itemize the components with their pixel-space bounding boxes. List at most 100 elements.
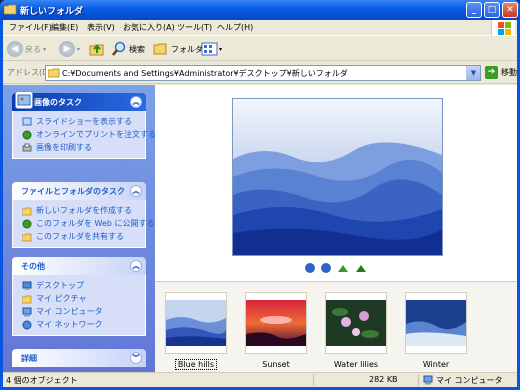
task-pane: 画像のタスク ︽ スライドショーを表示する オンラインでプリントを注文する 画像… <box>3 85 156 372</box>
other-places-title: その他 <box>21 262 45 271</box>
filmstrip: Blue hills Sunset Water lilies Winter <box>155 281 517 372</box>
close-button[interactable]: ✕ <box>502 2 518 18</box>
toolbar: ◀ 戻る ▾ ▶ ▾ 検索 フォルダ ▾ <box>3 37 517 61</box>
views-icon <box>201 42 218 56</box>
slideshow-link[interactable]: スライドショーを表示する <box>13 115 145 128</box>
slideshow-icon <box>22 117 32 125</box>
new-folder-link[interactable]: 新しいフォルダを作成する <box>13 204 145 217</box>
search-button[interactable]: 検索 <box>111 40 145 58</box>
file-tasks-body: 新しいフォルダを作成する このフォルダを Web に公開する このフォルダを共有… <box>12 200 155 248</box>
collapse-chevron-icon[interactable]: ︽ <box>130 185 142 197</box>
window-title: 新しいフォルダ <box>20 7 84 17</box>
water-lilies-thumbnail-image <box>326 300 386 346</box>
menu-view[interactable]: 表示(V) <box>87 22 115 33</box>
file-tasks-header[interactable]: ファイルとフォルダのタスク ︽ <box>12 182 146 200</box>
printer-icon <box>22 143 32 151</box>
menu-file[interactable]: ファイル(F) <box>9 22 52 33</box>
status-separator <box>313 374 314 386</box>
picture-tasks-title: 画像のタスク <box>34 98 82 107</box>
my-pictures-icon <box>22 295 32 303</box>
maximize-button[interactable]: □ <box>484 2 500 18</box>
my-network-icon <box>22 320 32 329</box>
thumbnail-label: Sunset <box>262 360 290 369</box>
folders-label: フォルダ <box>171 44 203 54</box>
details-panel: 詳細 ︾ <box>12 349 146 367</box>
thumbnail-winter[interactable] <box>405 292 467 354</box>
thumbnail-sunset[interactable] <box>245 292 307 354</box>
go-label: 移動 <box>501 68 517 77</box>
print-pictures-link[interactable]: 画像を印刷する <box>13 141 145 154</box>
address-value: C:¥Documents and Settings¥Administrator¥… <box>62 69 348 78</box>
forward-button[interactable]: ▶ ▾ <box>59 40 80 58</box>
minimize-button[interactable]: _ <box>466 2 482 18</box>
thumbnail-label: Winter <box>422 360 450 369</box>
share-folder-label: このフォルダを共有する <box>36 232 124 241</box>
folder-icon <box>4 4 17 15</box>
new-folder-icon <box>22 207 32 215</box>
order-prints-label: オンラインでプリントを注文する <box>36 130 156 139</box>
picture-tasks-header[interactable]: 画像のタスク ︽ <box>12 91 146 111</box>
picture-tasks-panel: 画像のタスク ︽ スライドショーを表示する オンラインでプリントを注文する 画像… <box>12 91 156 159</box>
collapse-chevron-icon[interactable]: ︽ <box>130 260 142 272</box>
blue-hills-preview-image <box>233 99 442 255</box>
rotate-counterclockwise-icon[interactable] <box>355 263 367 273</box>
menu-bar: ファイル(F) 編集(E) 表示(V) お気に入り(A) ツール(T) ヘルプ(… <box>3 20 517 36</box>
details-title: 詳細 <box>21 354 37 363</box>
menu-favorites[interactable]: お気に入り(A) <box>123 22 175 33</box>
blue-hills-thumbnail-image <box>166 300 226 346</box>
publish-web-link[interactable]: このフォルダを Web に公開する <box>13 217 155 230</box>
my-computer-link[interactable]: マイ コンピュータ <box>13 305 145 318</box>
menu-edit[interactable]: 編集(E) <box>51 22 78 33</box>
other-places-header[interactable]: その他 ︽ <box>12 257 146 275</box>
my-network-link[interactable]: マイ ネットワーク <box>13 318 145 331</box>
back-arrow-icon: ◀ <box>7 41 23 57</box>
desktop-icon <box>22 281 32 290</box>
folders-icon <box>153 43 167 55</box>
thumbnail-water-lilies[interactable] <box>325 292 387 354</box>
windows-logo-icon <box>491 20 515 36</box>
share-folder-icon <box>22 233 32 241</box>
address-bar: アドレス(D) C:¥Documents and Settings¥Admini… <box>3 62 517 84</box>
object-count: 4 個のオブジェクト <box>6 376 78 385</box>
thumbnail-blue-hills[interactable] <box>165 292 227 354</box>
file-tasks-title: ファイルとフォルダのタスク <box>21 187 125 196</box>
rotate-clockwise-icon[interactable] <box>337 263 349 273</box>
back-label: 戻る <box>25 44 41 54</box>
preview-controls <box>305 263 367 273</box>
go-arrow-icon: ➔ <box>485 66 498 79</box>
menu-tools[interactable]: ツール(T) <box>177 22 212 33</box>
previous-image-button[interactable] <box>305 263 315 273</box>
desktop-label: デスクトップ <box>36 281 84 290</box>
back-button[interactable]: ◀ 戻る ▾ <box>7 40 46 58</box>
next-image-button[interactable] <box>321 263 331 273</box>
search-label: 検索 <box>129 44 145 54</box>
folder-icon <box>48 68 60 78</box>
my-network-label: マイ ネットワーク <box>36 320 103 329</box>
address-dropdown-button[interactable]: ▼ <box>466 66 480 80</box>
go-button[interactable]: ➔ 移動 <box>485 66 517 79</box>
my-pictures-label: マイ ピクチャ <box>36 294 87 303</box>
filmstrip-view: Blue hills Sunset Water lilies Winter <box>155 85 517 372</box>
views-button[interactable]: ▾ <box>201 40 222 58</box>
picture-tasks-body: スライドショーを表示する オンラインでプリントを注文する 画像を印刷する <box>12 111 156 159</box>
up-folder-button[interactable] <box>89 40 105 58</box>
new-folder-label: 新しいフォルダを作成する <box>36 206 132 215</box>
order-prints-link[interactable]: オンラインでプリントを注文する <box>13 128 156 141</box>
folders-button[interactable]: フォルダ <box>153 40 203 58</box>
file-tasks-panel: ファイルとフォルダのタスク ︽ 新しいフォルダを作成する このフォルダを Web… <box>12 182 155 248</box>
menu-help[interactable]: ヘルプ(H) <box>217 22 253 33</box>
share-folder-link[interactable]: このフォルダを共有する <box>13 230 145 243</box>
desktop-link[interactable]: デスクトップ <box>13 279 145 292</box>
my-pictures-link[interactable]: マイ ピクチャ <box>13 292 145 305</box>
print-pictures-label: 画像を印刷する <box>36 143 92 152</box>
expand-chevron-icon[interactable]: ︾ <box>130 352 142 364</box>
details-header[interactable]: 詳細 ︾ <box>12 349 146 367</box>
publish-web-label: このフォルダを Web に公開する <box>36 219 155 228</box>
my-computer-label: マイ コンピュータ <box>36 307 103 316</box>
collapse-chevron-icon[interactable]: ︽ <box>130 96 142 108</box>
address-input[interactable]: C:¥Documents and Settings¥Administrator¥… <box>45 65 481 81</box>
chevron-down-icon: ▾ <box>219 45 223 53</box>
status-bar: 4 個のオブジェクト 282 KB マイ コンピュータ <box>3 372 517 387</box>
sunset-thumbnail-image <box>246 300 306 346</box>
slideshow-label: スライドショーを表示する <box>36 117 132 126</box>
